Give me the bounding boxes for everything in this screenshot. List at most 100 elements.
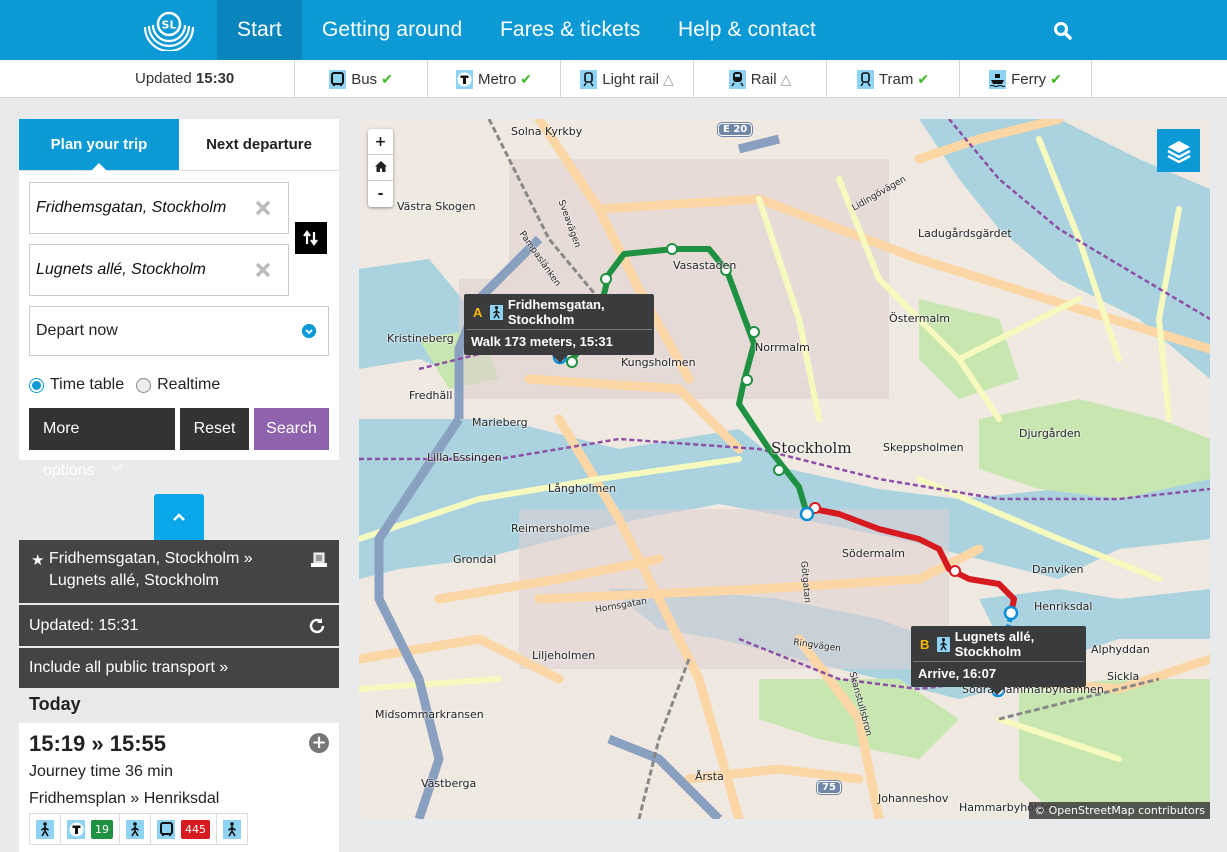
svg-text:SL: SL bbox=[162, 19, 177, 32]
home-button[interactable] bbox=[368, 155, 393, 181]
destination-detail: Arrive, 16:07 bbox=[918, 666, 997, 681]
depart-time-select[interactable]: Depart now bbox=[29, 306, 329, 356]
chevron-down-icon bbox=[302, 324, 316, 338]
map-tiles[interactable] bbox=[359, 119, 1210, 819]
time-mode-radios: Time table Realtime bbox=[29, 376, 232, 394]
radio-realtime-dot[interactable] bbox=[136, 377, 152, 393]
refresh-icon[interactable] bbox=[307, 616, 327, 636]
swap-locations-button[interactable] bbox=[295, 222, 327, 254]
mode-bus[interactable]: Bus ✔ bbox=[294, 60, 427, 98]
include-all-transport-link[interactable]: Include all public transport » bbox=[19, 648, 339, 688]
swap-arrows-icon bbox=[303, 230, 318, 246]
status-updated-time: 15:30 bbox=[195, 70, 235, 87]
route-from: Fridhemsgatan, Stockholm » bbox=[49, 550, 253, 567]
print-icon[interactable] bbox=[311, 552, 327, 568]
trip-planner-panel: Plan your trip Next departure Depart now… bbox=[19, 119, 339, 479]
chevron-up-icon bbox=[173, 513, 185, 521]
mode-light-rail[interactable]: Light rail △ bbox=[560, 60, 693, 98]
results-day-heading: Today bbox=[29, 694, 81, 714]
metro-icon bbox=[455, 69, 473, 89]
map-label: Södermalm bbox=[842, 547, 906, 560]
search-icon[interactable] bbox=[1050, 18, 1076, 44]
map-layers-button[interactable] bbox=[1157, 129, 1200, 172]
ferry-icon bbox=[989, 69, 1007, 89]
leg-bus: 445 bbox=[151, 814, 217, 844]
trip-legs: 19 445 bbox=[29, 813, 248, 845]
metro-icon bbox=[67, 819, 85, 839]
leg-metro: 19 bbox=[61, 814, 120, 844]
status-updated: Updated 15:30 bbox=[135, 70, 235, 87]
nav-getting-around[interactable]: Getting around bbox=[302, 0, 482, 60]
nav-start[interactable]: Start bbox=[217, 0, 302, 60]
map-popup-origin: A Fridhemsgatan, Stockholm Walk 173 meter… bbox=[464, 294, 654, 363]
map-label: Kristineberg bbox=[387, 332, 454, 345]
metro-line-badge: 19 bbox=[91, 819, 113, 839]
map-label: Midsommarkransen bbox=[375, 708, 484, 721]
map-label: Djurgården bbox=[1019, 427, 1081, 440]
map-label: Vasastaden bbox=[673, 259, 737, 272]
ok-check-icon: ✔ bbox=[1050, 70, 1062, 87]
home-icon bbox=[374, 161, 387, 172]
radio-realtime[interactable]: Realtime bbox=[136, 376, 220, 394]
leg-walk bbox=[30, 814, 61, 844]
origin-place: Fridhemsgatan, Stockholm bbox=[507, 297, 605, 327]
map-label: Skeppsholmen bbox=[883, 441, 964, 454]
map-label: Västberga bbox=[421, 777, 477, 790]
map-popup-destination: B Lugnets allé, Stockholm Arrive, 16:07 bbox=[911, 626, 1086, 695]
ok-check-icon: ✔ bbox=[381, 70, 393, 87]
sl-logo[interactable]: SL bbox=[143, 9, 195, 51]
leg-walk bbox=[217, 814, 247, 844]
to-field[interactable] bbox=[29, 244, 289, 296]
more-options-button[interactable]: More options ︾ bbox=[29, 408, 175, 479]
mode-rail[interactable]: Rail △ bbox=[693, 60, 826, 98]
to-input[interactable] bbox=[30, 245, 250, 295]
map-zoom-control: + - bbox=[368, 129, 393, 207]
favorite-star-icon[interactable]: ★ bbox=[31, 551, 44, 569]
results-updated: Updated: 15:31 bbox=[29, 617, 139, 634]
reset-button[interactable]: Reset bbox=[180, 408, 249, 450]
leg-walk bbox=[120, 814, 151, 844]
map-attribution[interactable]: © OpenStreetMap contributors bbox=[1029, 802, 1210, 819]
collapse-panel-button[interactable] bbox=[154, 494, 204, 540]
tab-plan-your-trip[interactable]: Plan your trip bbox=[19, 119, 179, 171]
tram-icon bbox=[856, 69, 874, 89]
radio-timetable-dot[interactable] bbox=[29, 377, 44, 393]
ok-check-icon: ✔ bbox=[520, 70, 533, 87]
traffic-status-bar: Updated 15:30 Bus ✔ Metro ✔ Light rail △ Ra… bbox=[0, 60, 1227, 98]
map-label: Östermalm bbox=[889, 312, 951, 325]
walk-icon bbox=[36, 819, 54, 839]
mode-ferry[interactable]: Ferry ✔ bbox=[959, 60, 1092, 98]
warning-triangle-icon: △ bbox=[662, 70, 674, 87]
radio-timetable[interactable]: Time table bbox=[29, 376, 124, 394]
ok-check-icon: ✔ bbox=[917, 70, 930, 87]
clear-to-icon[interactable] bbox=[252, 259, 274, 281]
walk-icon bbox=[937, 636, 950, 652]
search-button[interactable]: Search bbox=[254, 408, 329, 450]
double-chevron-down-icon: ︾ bbox=[110, 464, 123, 478]
nav-fares-tickets[interactable]: Fares & tickets bbox=[480, 0, 660, 60]
origin-detail: Walk 173 meters, 15:31 bbox=[471, 334, 613, 349]
from-field[interactable] bbox=[29, 182, 289, 234]
map-label: Norrmalm bbox=[755, 341, 810, 354]
walk-icon bbox=[223, 819, 241, 839]
zoom-out-button[interactable]: - bbox=[368, 181, 393, 207]
expand-trip-icon[interactable]: + bbox=[309, 733, 329, 753]
road-shield-e20: E 20 bbox=[718, 123, 753, 136]
from-input[interactable] bbox=[30, 183, 250, 233]
map-label: Kungsholmen bbox=[621, 356, 696, 369]
nav-help-contact[interactable]: Help & contact bbox=[658, 0, 836, 60]
map-label: Långholmen bbox=[548, 482, 617, 495]
tab-next-departure[interactable]: Next departure bbox=[179, 119, 339, 170]
results-updated-row: Updated: 15:31 bbox=[19, 605, 339, 646]
mode-metro[interactable]: Metro ✔ bbox=[427, 60, 560, 98]
mode-tram[interactable]: Tram ✔ bbox=[826, 60, 959, 98]
journey-time: Journey time 36 min bbox=[29, 763, 174, 780]
clear-from-icon[interactable] bbox=[252, 197, 274, 219]
road-shield-75: 75 bbox=[817, 781, 841, 794]
map-label: Ladugårdsgärdet bbox=[918, 227, 1012, 240]
route-map[interactable]: Solna Kyrkby Västra Skogen Kristineberg … bbox=[359, 119, 1210, 819]
layers-icon bbox=[1166, 140, 1191, 163]
zoom-in-button[interactable]: + bbox=[368, 129, 393, 155]
trip-result[interactable]: 15:19 » 15:55 + Journey time 36 min Frid… bbox=[19, 723, 339, 852]
bus-icon bbox=[157, 819, 175, 839]
